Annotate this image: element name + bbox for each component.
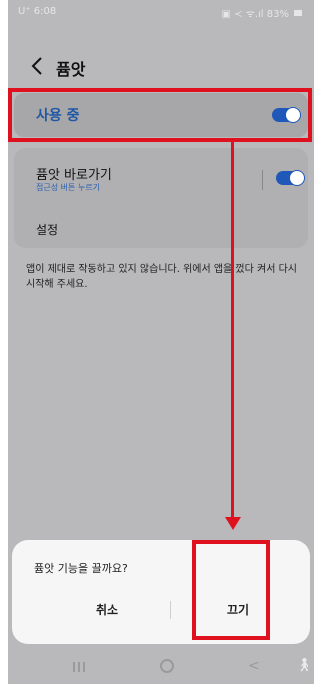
annotation-arrow-head: [225, 517, 241, 530]
home-icon[interactable]: [160, 659, 174, 673]
settings-item[interactable]: 설정: [36, 221, 58, 238]
status-time: U⁺ 6:08: [18, 6, 57, 17]
master-switch-label: 사용 중: [36, 108, 80, 124]
back-arrow-icon[interactable]: [28, 54, 48, 78]
shortcut-title: 퓸앗 바로가기: [36, 168, 112, 183]
navigation-bar: < 🚶︎: [8, 654, 314, 684]
settings-card: 퓸앗 바로가기 접근성 버튼 누르기 설정: [14, 148, 308, 248]
app-bar: 퓸앗: [8, 50, 314, 86]
shortcut-toggle[interactable]: [276, 170, 305, 186]
vertical-divider: [262, 170, 263, 190]
accessibility-icon[interactable]: 🚶︎: [296, 658, 313, 673]
page-title: 퓸앗: [56, 60, 86, 79]
master-toggle[interactable]: [272, 107, 301, 123]
confirm-dialog: 퓸앗 기능을 끌까요? 취소 끄기: [12, 540, 310, 644]
shortcut-subtitle: 접근성 버튼 누르기: [36, 183, 100, 192]
toggle-knob: [289, 170, 305, 186]
turn-off-button[interactable]: 끄기: [198, 596, 278, 624]
dialog-divider: [170, 601, 171, 619]
toggle-knob: [285, 107, 301, 123]
status-icons: ▣ ≺ ᯤ.ıl 83%: [222, 6, 302, 20]
phone-screen: U⁺ 6:08 ▣ ≺ ᯤ.ıl 83% 퓸앗 사용 중 퓸앗 바로가기 접근성…: [8, 0, 314, 684]
cancel-button[interactable]: 취소: [52, 596, 162, 624]
battery-icon: [294, 10, 302, 16]
recent-apps-icon[interactable]: [72, 662, 86, 672]
dialog-title: 퓸앗 기능을 끌까요?: [34, 562, 128, 575]
back-icon[interactable]: <: [248, 658, 260, 674]
status-indicators: ▣ ≺ ᯤ.ıl 83%: [221, 9, 289, 20]
annotation-arrow-line: [231, 142, 234, 522]
master-switch-row[interactable]: 사용 중: [14, 93, 308, 137]
status-bar: U⁺ 6:08 ▣ ≺ ᯤ.ıl 83%: [8, 0, 314, 24]
info-text: 앱이 제대로 작동하고 있지 않습니다. 위에서 앱을 껐다 켜서 다시 시작해…: [26, 264, 297, 290]
